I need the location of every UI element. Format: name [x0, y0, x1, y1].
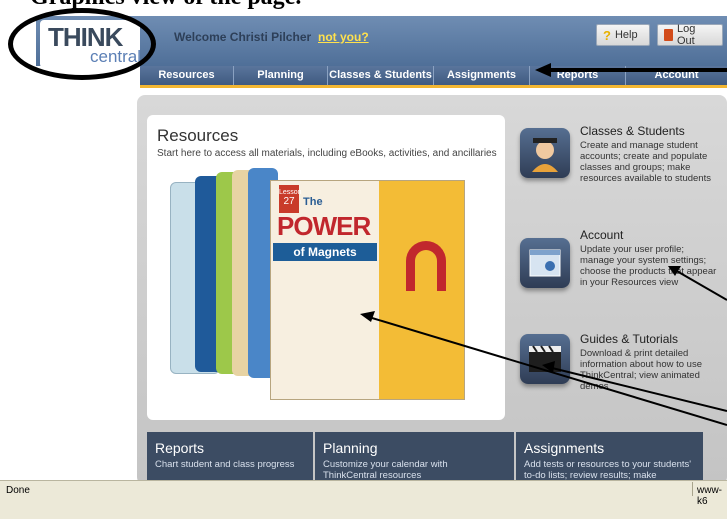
lesson-number: 27 — [283, 196, 295, 207]
classes-students-title[interactable]: Classes & Students — [580, 124, 685, 138]
power-of-magnets-ebook[interactable]: Lesson 27 The POWER of Magnets — [270, 180, 465, 400]
nav-resources[interactable]: Resources — [140, 66, 234, 85]
settings-window-icon — [529, 249, 561, 277]
help-label: Help — [614, 29, 638, 41]
annotation-arrow-nav — [535, 63, 727, 77]
book-title-power: POWER — [277, 211, 371, 241]
book-title-the: The — [303, 196, 323, 208]
classes-students-description: Create and manage student accounts; crea… — [580, 140, 711, 184]
annotation-circle — [8, 8, 156, 80]
guides-tutorials-icon[interactable] — [520, 334, 570, 384]
resources-description: Start here to access all materials, incl… — [157, 148, 497, 159]
help-icon: ? — [603, 27, 611, 43]
book-left-page: Lesson 27 The POWER of Magnets — [271, 181, 381, 399]
account-icon[interactable] — [520, 238, 570, 288]
status-url: www-k6 — [697, 485, 722, 507]
classes-students-icon[interactable] — [520, 128, 570, 178]
logout-button[interactable]: Log Out — [657, 23, 723, 47]
lesson-label: Lesson — [279, 189, 302, 196]
reports-title: Reports — [155, 440, 205, 456]
planning-panel[interactable]: Planning Customize your calendar with Th… — [315, 432, 514, 485]
nav-assignments[interactable]: Assignments — [434, 66, 530, 85]
reports-panel[interactable]: Reports Chart student and class progress — [147, 432, 313, 485]
assignments-panel[interactable]: Assignments Add tests or resources to yo… — [516, 432, 703, 492]
planning-title: Planning — [323, 440, 378, 456]
status-text: Done — [6, 485, 30, 496]
welcome-message: Welcome Christi Pilcher — [174, 30, 312, 44]
book-right-page — [379, 181, 464, 399]
not-you-link[interactable]: not you? — [318, 30, 369, 44]
nav-planning[interactable]: Planning — [234, 66, 328, 85]
guides-tutorials-title[interactable]: Guides & Tutorials — [580, 332, 678, 346]
logout-label: Log Out — [676, 23, 696, 47]
logout-icon — [664, 29, 673, 41]
magnet-icon — [406, 241, 446, 291]
lesson-tag: Lesson 27 — [279, 185, 302, 213]
account-description: Update your user profile; manage your sy… — [580, 244, 717, 288]
status-divider — [692, 482, 693, 496]
account-title[interactable]: Account — [580, 228, 623, 242]
nav-classes-students[interactable]: Classes & Students — [328, 66, 434, 85]
reports-description: Chart student and class progress — [155, 459, 295, 470]
resources-title: Resources — [157, 126, 239, 145]
book-title-of-magnets: of Magnets — [273, 243, 377, 261]
assignments-title: Assignments — [524, 440, 605, 456]
guides-tutorials-description: Download & print detailed information ab… — [580, 348, 702, 392]
student-avatar-icon — [532, 138, 558, 172]
clapperboard-icon — [529, 345, 561, 372]
browser-status-bar: Done www-k6 — [0, 480, 727, 519]
help-button[interactable]: ? Help — [596, 24, 650, 46]
planning-description: Customize your calendar with ThinkCentra… — [323, 459, 448, 481]
